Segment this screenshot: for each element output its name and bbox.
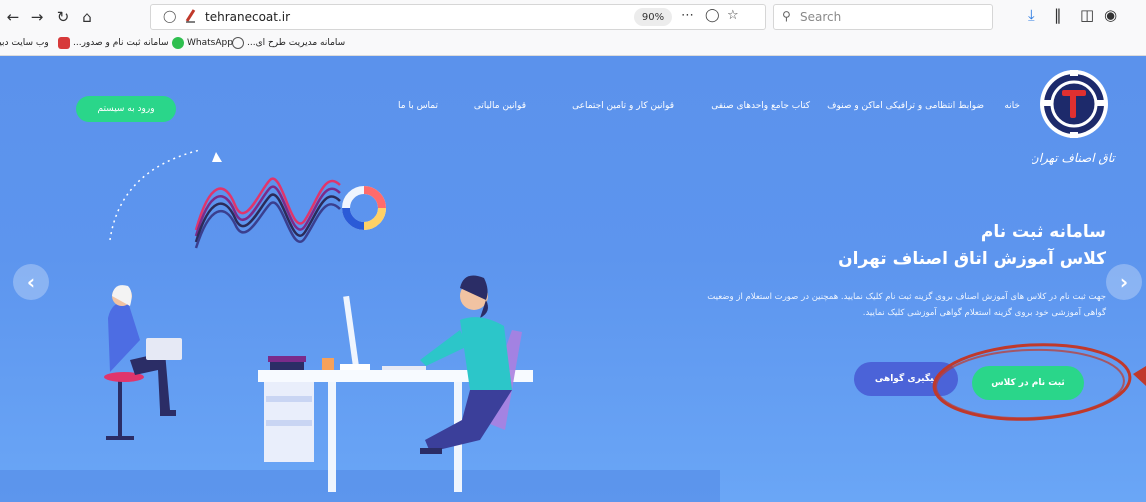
globe-icon [232, 37, 244, 49]
nav-item-home[interactable]: خانه [1004, 101, 1020, 111]
slider-next-arrow-icon[interactable]: › [1106, 264, 1142, 300]
hero-title-line1: سامانه ثبت نام [980, 222, 1106, 242]
nav-item-regulations[interactable]: ضوابط انتظامی و ترافیکی اماکن و صنوف [827, 101, 984, 111]
slider-prev-arrow-icon[interactable]: ‹ [13, 264, 49, 300]
reload-icon[interactable]: ↻ [52, 6, 74, 28]
bookmark-label: سامانه ثبت نام و صدور... [73, 38, 169, 48]
home-icon[interactable]: ⌂ [76, 6, 98, 28]
certificate-tracking-button[interactable]: پیگیری گواهی [854, 362, 958, 396]
browser-toolbar: ← → ↻ ⌂ ◯ tehranecoat.ir 90% ⋯ ◯ ☆ ⚲ Sea… [0, 0, 1146, 34]
hero-description: جهت ثبت نام در کلاس های آموزش اصناف بروی… [707, 292, 1106, 318]
forward-icon[interactable]: → [26, 6, 48, 28]
sidebar-icon[interactable]: ◫ [1080, 6, 1094, 24]
back-icon[interactable]: ← [2, 6, 24, 28]
account-icon[interactable]: ◉ [1104, 6, 1117, 24]
main-nav: خانه ضوابط انتظامی و ترافیکی اماکن و صنو… [340, 101, 1020, 117]
search-input[interactable]: ⚲ Search [773, 4, 993, 30]
nav-item-labor-law[interactable]: قوانین کار و تامین اجتماعی [572, 101, 674, 111]
site-logo[interactable]: اتاق اصناف تهران [1032, 66, 1116, 176]
pocket-icon[interactable]: ◯ [705, 8, 720, 23]
url-text[interactable]: tehranecoat.ir [205, 10, 290, 24]
site-favicon-icon [58, 37, 70, 49]
bookmark-item[interactable]: سامانه ثبت نام و صدور... [58, 37, 168, 49]
bookmarks-bar: سامانه مدیریت طرح ای... WhatsApp سامانه … [0, 34, 1146, 56]
tracking-shield-icon[interactable]: ◯ [163, 9, 176, 23]
bookmark-item[interactable]: سامانه مدیریت طرح ای... [232, 37, 345, 49]
page-actions-icon[interactable]: ⋯ [681, 8, 694, 23]
bookmark-label: WhatsApp [187, 38, 233, 48]
login-button[interactable]: ورود به سیستم [76, 96, 176, 122]
library-icon[interactable]: ‖ [1054, 6, 1062, 24]
nav-item-tax-law[interactable]: قوانین مالیاتی [474, 101, 526, 111]
nav-item-guild-book[interactable]: کتاب جامع واحدهای صنفی [711, 101, 810, 111]
nav-item-contact[interactable]: تماس با ما [398, 101, 438, 111]
hero-title-line2: کلاس آموزش اتاق اصناف تهران [838, 249, 1106, 269]
bookmark-item[interactable]: WhatsApp [172, 37, 233, 49]
search-icon: ⚲ [782, 9, 791, 23]
url-bar[interactable]: ◯ tehranecoat.ir 90% ⋯ ◯ ☆ [150, 4, 766, 30]
browser-window: ← → ↻ ⌂ ◯ tehranecoat.ir 90% ⋯ ◯ ☆ ⚲ Sea… [0, 0, 1146, 502]
whatsapp-icon [172, 37, 184, 49]
register-class-button[interactable]: ثبت نام در کلاس [972, 366, 1084, 400]
search-placeholder: Search [800, 10, 842, 24]
zoom-level-badge[interactable]: 90% [634, 8, 672, 26]
bookmark-label: سامانه مدیریت طرح ای... [247, 38, 346, 48]
logo-caption: اتاق اصناف تهران [1032, 151, 1116, 165]
hero-section: اتاق اصناف تهران خانه ضوابط انتظامی و تر… [0, 56, 1146, 502]
bookmark-item[interactable]: وب سایت دبیرخانه هی... [0, 37, 49, 49]
downloads-icon[interactable]: ⤓ [1028, 6, 1035, 24]
bookmark-star-icon[interactable]: ☆ [727, 8, 739, 23]
bookmark-label: وب سایت دبیرخانه هی... [0, 38, 49, 48]
site-identity-icon[interactable] [184, 8, 197, 23]
